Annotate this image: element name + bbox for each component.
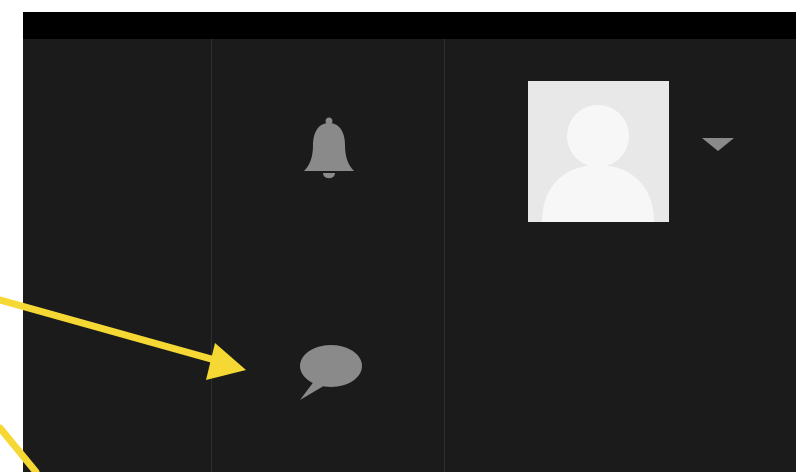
speech-bubble-icon (300, 345, 362, 400)
notifications-button[interactable] (297, 115, 361, 187)
header-divider (444, 39, 445, 472)
user-avatar[interactable] (528, 81, 669, 222)
header-divider (211, 39, 212, 472)
default-user-avatar-icon (542, 105, 654, 222)
caret-down-icon (702, 138, 734, 151)
app-header (23, 12, 796, 472)
user-menu-dropdown[interactable] (700, 136, 736, 156)
top-strip (23, 12, 796, 39)
messages-button[interactable] (297, 342, 363, 404)
bell-icon (304, 117, 354, 179)
